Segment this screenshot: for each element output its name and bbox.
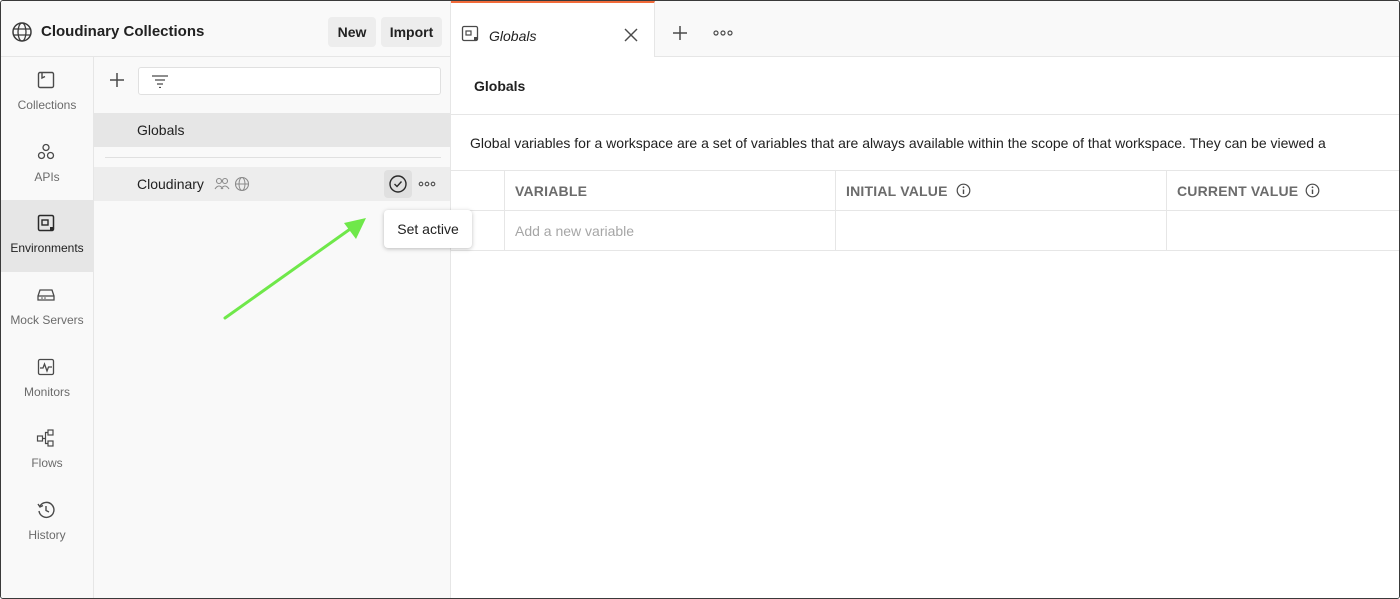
more-options-icon[interactable] [418, 177, 436, 191]
rail-label-environments: Environments [10, 241, 84, 255]
environments-sidebar: Globals Cloudinary [94, 57, 451, 598]
sidebar-item-globals[interactable]: Globals [94, 113, 450, 147]
sidebar-item-cloudinary[interactable]: Cloudinary [94, 167, 450, 201]
apis-icon [37, 143, 55, 160]
environments-icon [37, 214, 55, 232]
history-icon [37, 501, 55, 519]
rail-label-history: History [28, 528, 66, 542]
close-icon[interactable] [623, 27, 639, 43]
rail-item-monitors[interactable]: Monitors [1, 344, 93, 416]
app-window: Cloudinary Collections New Import Collec… [0, 0, 1400, 599]
page-title: Globals [474, 78, 526, 94]
rail-label-monitors: Monitors [23, 385, 70, 399]
rail-item-environments[interactable]: Environments [1, 200, 93, 272]
rail-item-collections[interactable]: Collections [1, 57, 93, 129]
rail-item-history[interactable]: History [1, 487, 93, 559]
column-header-variable: VARIABLE [505, 171, 836, 210]
rail-label-apis: APIs [34, 170, 60, 184]
table-header-row: VARIABLE INITIAL VALUE CURRENT VALUE [451, 171, 1399, 211]
globals-description: Global variables for a workspace are a s… [470, 135, 1326, 151]
rail-item-flows[interactable]: Flows [1, 415, 93, 487]
import-button[interactable]: Import [381, 17, 442, 47]
tab-globals[interactable]: Globals [451, 1, 655, 57]
globe-icon [234, 176, 250, 192]
new-variable-input[interactable]: Add a new variable [505, 211, 836, 250]
collections-icon [37, 71, 55, 89]
initial-value-input[interactable] [836, 211, 1167, 250]
tab-bar: Globals [451, 1, 1399, 57]
new-button[interactable]: New [328, 17, 376, 47]
environment-icon [461, 25, 479, 42]
globals-panel: Globals Global variables for a workspace… [451, 57, 1399, 598]
column-initial-value-label: INITIAL VALUE [846, 183, 948, 199]
sidebar-rail: Collections APIs Environments Mock Serve… [1, 57, 94, 598]
header-divider [451, 114, 1399, 115]
check-circle-icon [389, 175, 407, 193]
plus-icon[interactable] [108, 71, 126, 89]
current-value-input[interactable] [1167, 211, 1399, 250]
filter-input[interactable] [138, 67, 441, 95]
column-header-current-value: CURRENT VALUE [1167, 171, 1399, 210]
table-row: Add a new variable [451, 211, 1399, 251]
new-variable-placeholder: Add a new variable [515, 223, 635, 239]
column-current-value-label: CURRENT VALUE [1177, 183, 1299, 199]
workspace-title[interactable]: Cloudinary Collections [41, 23, 204, 40]
rail-label-flows: Flows [31, 456, 63, 470]
rail-item-apis[interactable]: APIs [1, 129, 93, 201]
flows-icon [36, 429, 54, 447]
mock-servers-icon [37, 289, 55, 301]
column-variable-label: VARIABLE [515, 183, 588, 199]
column-header-initial-value: INITIAL VALUE [836, 171, 1167, 210]
set-active-button[interactable] [384, 170, 412, 198]
globals-label: Globals [137, 122, 185, 138]
info-icon[interactable] [1305, 183, 1320, 198]
rail-item-mock-servers[interactable]: Mock Servers [1, 272, 93, 344]
variables-table: VARIABLE INITIAL VALUE CURRENT VALUE Add… [451, 170, 1399, 251]
rail-label-collections: Collections [17, 98, 77, 112]
sidebar-divider [105, 157, 441, 158]
checkbox-column-header [451, 171, 505, 210]
new-tab-plus-icon[interactable] [671, 24, 689, 42]
shared-users-icon [214, 177, 230, 190]
tab-label: Globals [489, 28, 537, 44]
set-active-tooltip: Set active [384, 210, 472, 248]
monitors-icon [37, 358, 55, 376]
tab-options-icon[interactable] [713, 27, 733, 39]
info-icon[interactable] [956, 183, 971, 198]
filter-icon [152, 75, 168, 88]
globe-icon [12, 22, 32, 42]
environment-label: Cloudinary [137, 176, 204, 192]
rail-label-mock-servers: Mock Servers [10, 313, 84, 327]
workspace-header: Cloudinary Collections New Import [1, 1, 451, 57]
